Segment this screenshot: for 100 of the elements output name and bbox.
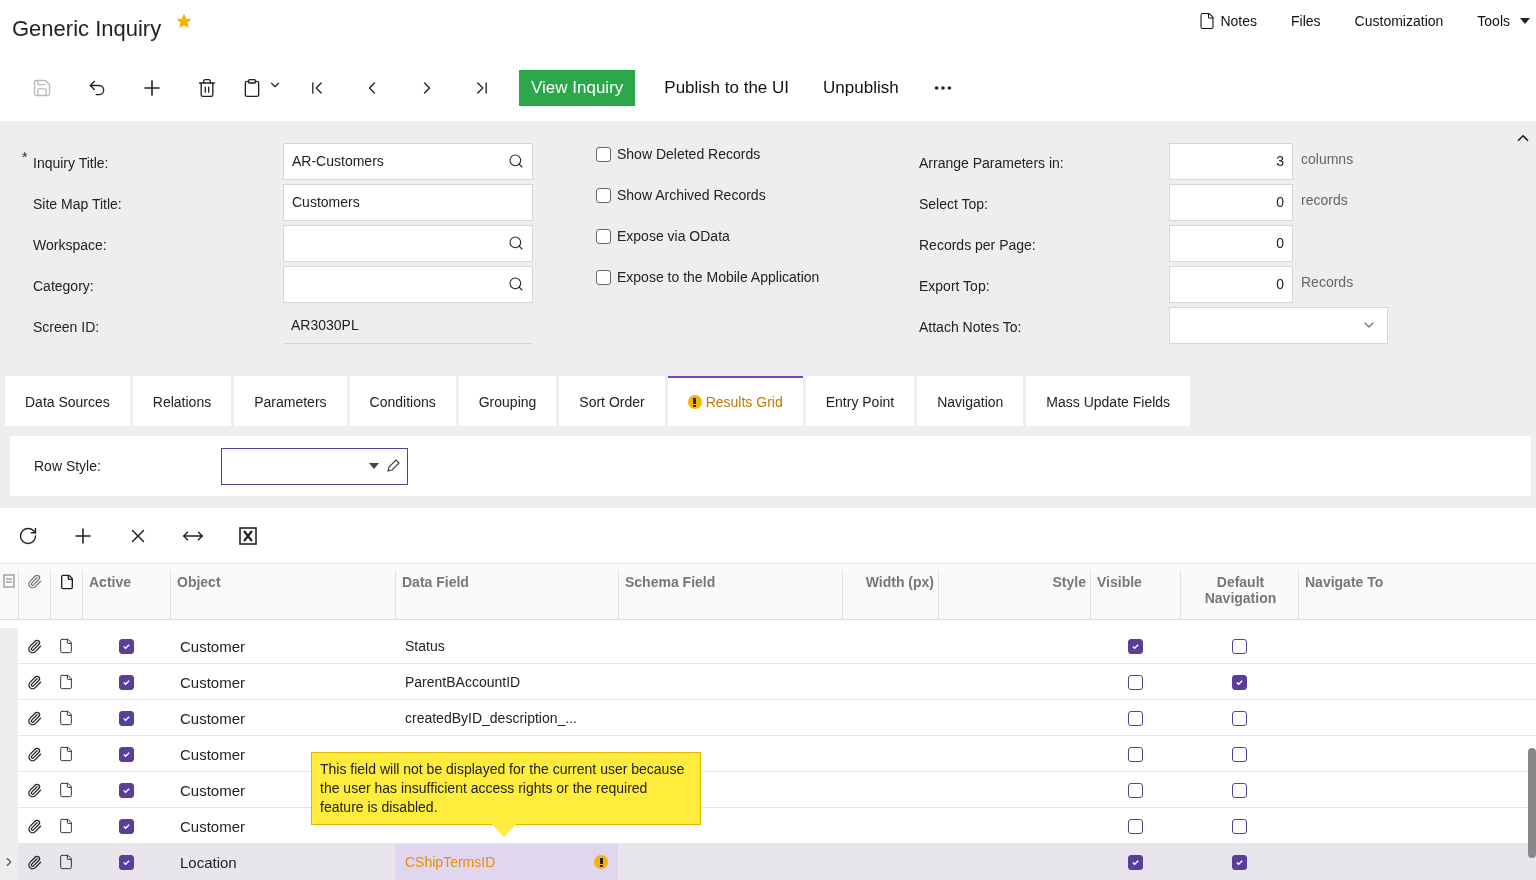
select-field[interactable] (221, 447, 408, 485)
grid-row[interactable]: Customer createdByID_description_... (0, 700, 1536, 736)
toolbar-button[interactable]: Unpublish (806, 70, 916, 106)
warning-icon (687, 395, 702, 409)
column-header[interactable]: Width (px) (842, 570, 938, 619)
grid-row[interactable]: Customer Status (0, 628, 1536, 664)
number-field[interactable]: 0 (1169, 183, 1293, 221)
paperclip-icon[interactable] (26, 638, 42, 654)
paperclip-icon[interactable] (26, 782, 42, 798)
checkbox-label: Show Deleted Records (617, 146, 761, 162)
tab[interactable]: Parameters (234, 376, 347, 426)
checkbox[interactable] (118, 746, 134, 762)
star-icon[interactable] (175, 12, 194, 30)
input-field[interactable] (283, 224, 533, 262)
column-header[interactable]: Active (82, 570, 170, 619)
checkbox[interactable] (118, 782, 134, 798)
header-link[interactable]: Files (1291, 13, 1321, 29)
field-label: Row Style: (34, 458, 102, 474)
document-icon[interactable] (58, 710, 74, 726)
checkbox[interactable] (1127, 854, 1143, 870)
grid-row[interactable]: Customer ParentBAccountID (0, 664, 1536, 700)
document-icon[interactable] (58, 638, 74, 654)
column-header[interactable]: Navigate To (1298, 570, 1525, 619)
tab[interactable]: Relations (132, 376, 232, 426)
document-icon[interactable] (58, 854, 74, 870)
paperclip-icon[interactable] (26, 818, 42, 834)
column-header[interactable]: Default Navigation (1180, 570, 1298, 619)
column-header[interactable]: Data Field (395, 570, 618, 619)
caret-icon[interactable] (369, 463, 379, 469)
checkbox[interactable] (1127, 674, 1143, 690)
paperclip-icon[interactable] (26, 746, 42, 762)
field-label: Inquiry Title: (33, 154, 110, 171)
input-field[interactable]: AR-Customers (283, 142, 533, 180)
number-field[interactable]: 3 (1169, 142, 1293, 180)
unit-label: Records (1301, 274, 1354, 290)
paperclip-icon[interactable] (26, 710, 42, 726)
checkbox[interactable] (1127, 818, 1143, 834)
checkmark-icon (121, 677, 131, 687)
document-icon[interactable] (58, 782, 74, 798)
tab[interactable]: Data Sources (5, 376, 130, 426)
menu-link[interactable]: Tools (1477, 13, 1530, 29)
paperclip-icon[interactable] (26, 674, 42, 690)
unit-label: columns (1301, 151, 1354, 167)
tab[interactable]: Navigation (917, 376, 1024, 426)
checkbox[interactable] (596, 228, 611, 244)
tab[interactable]: Conditions (349, 376, 456, 426)
document-icon[interactable] (58, 674, 74, 690)
checkbox[interactable] (1231, 746, 1247, 762)
tab[interactable]: Results Grid (667, 376, 803, 426)
column-header[interactable]: Schema Field (618, 570, 842, 619)
checkbox[interactable] (118, 818, 134, 834)
input-field[interactable]: Customers (283, 183, 533, 221)
header-link[interactable]: Customization (1354, 13, 1444, 29)
column-header[interactable]: Style (938, 570, 1090, 619)
tab[interactable]: Grouping (458, 376, 557, 426)
row-header[interactable] (0, 844, 18, 880)
column-header[interactable]: Object (170, 570, 395, 619)
checkbox[interactable] (1127, 710, 1143, 726)
pencil-icon[interactable] (385, 458, 401, 474)
checkbox[interactable] (596, 269, 611, 285)
checkbox[interactable] (1231, 638, 1247, 654)
checkbox[interactable] (1231, 818, 1247, 834)
checkbox[interactable] (1231, 782, 1247, 798)
checkbox-label: Expose to the Mobile Application (617, 269, 820, 285)
checkbox[interactable] (118, 854, 134, 870)
checkmark-icon (121, 857, 131, 867)
field-label: Arrange Parameters in: (919, 154, 1065, 171)
checkmark-icon (121, 713, 131, 723)
checkbox[interactable] (596, 187, 611, 203)
checkbox[interactable] (1231, 710, 1247, 726)
grid-row[interactable]: Location CShipTermsID (0, 844, 1536, 880)
checkmark-icon (121, 749, 131, 759)
tab[interactable]: Mass Update Fields (1026, 376, 1191, 426)
checkbox[interactable] (118, 674, 134, 690)
paperclip-icon[interactable] (26, 854, 42, 870)
unit-label: records (1301, 192, 1348, 208)
checkbox[interactable] (1231, 854, 1247, 870)
checkbox[interactable] (1127, 638, 1143, 654)
tab[interactable]: Sort Order (559, 376, 665, 426)
checkbox[interactable] (1127, 746, 1143, 762)
number-field[interactable]: 0 (1169, 265, 1293, 303)
column-header[interactable]: Visible (1090, 570, 1180, 619)
search-icon[interactable] (508, 153, 524, 169)
search-icon[interactable] (508, 235, 524, 251)
checkbox[interactable] (1127, 782, 1143, 798)
document-icon[interactable] (58, 818, 74, 834)
checkbox[interactable] (596, 146, 611, 162)
header-link[interactable]: Notes (1198, 12, 1258, 30)
checkbox[interactable] (118, 710, 134, 726)
toolbar-button[interactable]: Publish to the UI (647, 70, 807, 106)
checkbox[interactable] (1231, 674, 1247, 690)
document-icon[interactable] (58, 746, 74, 762)
checkbox[interactable] (118, 638, 134, 654)
number-field[interactable]: 0 (1169, 224, 1293, 262)
search-icon[interactable] (508, 276, 524, 292)
field-label: Category: (33, 277, 95, 294)
input-field[interactable] (283, 265, 533, 303)
tab[interactable]: Entry Point (805, 376, 915, 426)
table-cell: Customer (180, 709, 246, 727)
table-cell: Customer (180, 637, 246, 655)
